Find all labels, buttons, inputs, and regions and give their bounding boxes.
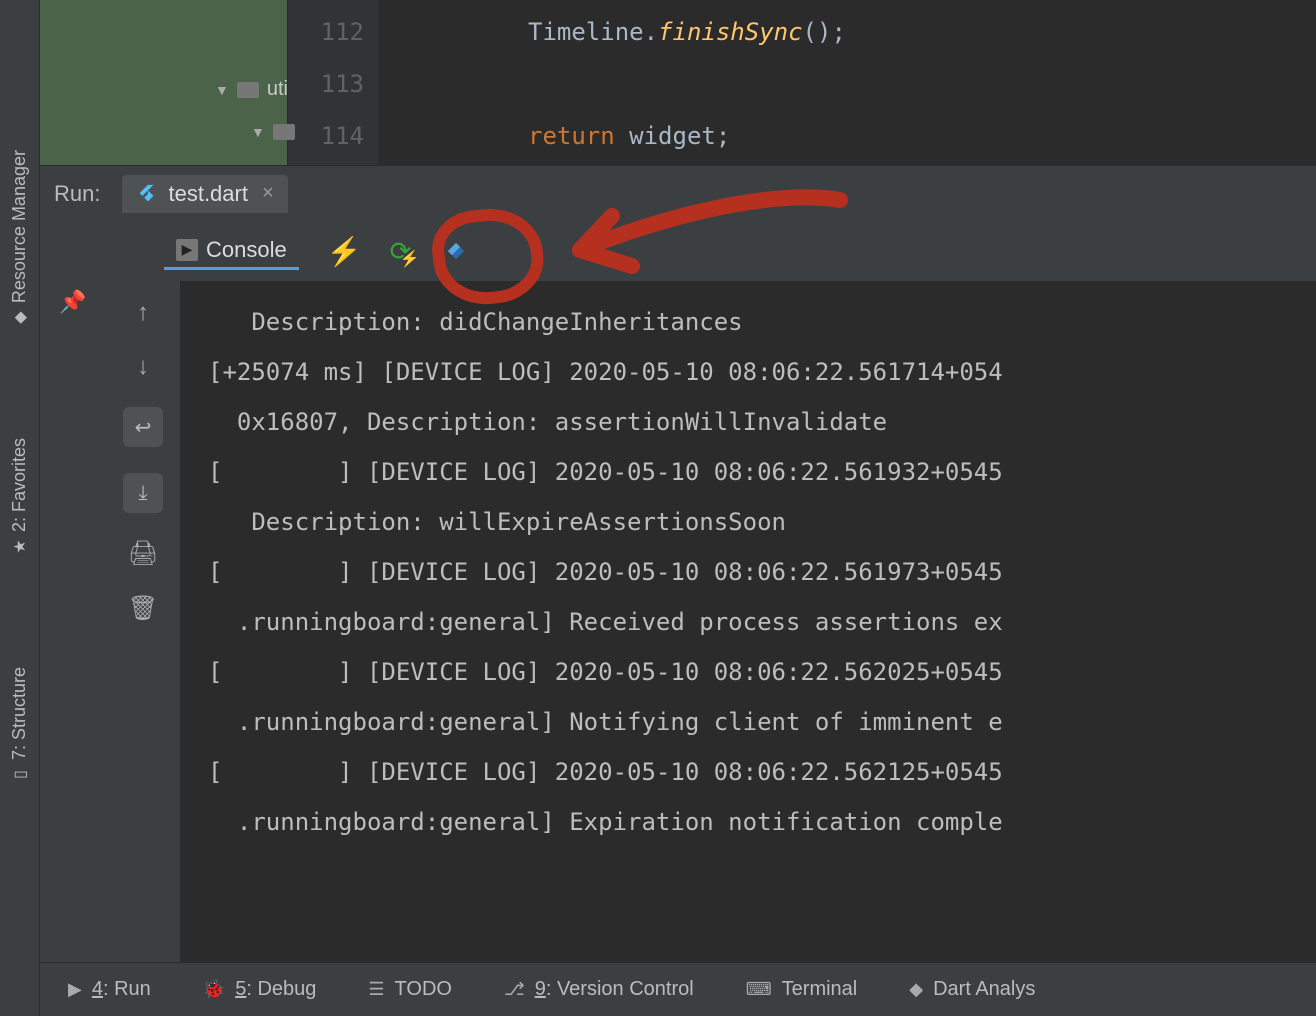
code-ident: widget; (615, 122, 731, 150)
bottom-vcs[interactable]: ⎇ 9: Version Control 9: Version Control (504, 978, 694, 1001)
folder-icon (273, 124, 295, 140)
console-output[interactable]: Description: didChangeInheritances [+250… (180, 281, 1316, 962)
code-punc: (); (803, 18, 846, 46)
bug-icon: 🐞 (203, 979, 225, 1000)
line-number: 114 (288, 110, 364, 162)
editor-code[interactable]: Timeline.finishSync(); return widget; (378, 0, 1316, 165)
print-button[interactable]: 🖨 (128, 539, 158, 568)
pin-icon[interactable]: 📌 (59, 289, 86, 315)
code-keyword: return (528, 122, 615, 150)
console-line: [ ] [DEVICE LOG] 2020-05-10 08:06:22.562… (208, 658, 1003, 686)
bolt-icon: ⚡ (399, 249, 419, 269)
console-line: .runningboard:general] Received process … (208, 608, 1003, 636)
dart-icon: ◆ (909, 979, 923, 1000)
bottom-dart-analysis[interactable]: ◆ Dart Analys (909, 978, 1035, 1001)
star-icon: ★ (10, 538, 29, 557)
console-line: [ ] [DEVICE LOG] 2020-05-10 08:06:22.562… (208, 758, 1003, 786)
console-line: Description: willExpireAssertionsSoon (208, 508, 786, 536)
bottom-todo[interactable]: ☰ TODO (368, 978, 452, 1001)
bottom-todo-label: TODO (395, 978, 452, 1001)
run-tab-label: test.dart (168, 181, 247, 207)
soft-wrap-button[interactable]: ↩ (123, 407, 163, 447)
console-line: [ ] [DEVICE LOG] 2020-05-10 08:06:22.561… (208, 458, 1003, 486)
tool-resource-label: Resource Manager (9, 150, 30, 303)
clear-button[interactable]: 🗑 (128, 594, 158, 623)
list-icon: ☰ (368, 979, 384, 1000)
tool-favorites[interactable]: ★ 2: Favorites (9, 438, 30, 557)
line-number: 112 (288, 6, 364, 58)
play-icon: ▶ (176, 239, 198, 261)
diamond-icon: ◆ (10, 309, 29, 328)
tool-resource-manager[interactable]: ◆ Resource Manager (9, 150, 30, 328)
bottom-terminal[interactable]: ⌨ Terminal (746, 978, 858, 1001)
run-tab[interactable]: test.dart × (122, 175, 287, 213)
line-number: 113 (288, 58, 364, 110)
play-icon: ▶ (68, 979, 82, 1000)
run-label: Run: (54, 181, 100, 207)
console-tab[interactable]: ▶ Console (164, 233, 299, 270)
code-ident: Timeline (528, 18, 644, 46)
console-line: Description: didChangeInheritances (208, 308, 743, 336)
chevron-down-icon[interactable]: ▼ (251, 124, 265, 140)
console-toolbar: ↑ ↓ ↩ ⤓ 🖨 🗑 (106, 281, 180, 962)
bottom-debug[interactable]: 🐞 5: Debug 5: Debug (203, 978, 317, 1001)
chevron-down-icon[interactable]: ▼ (215, 82, 229, 98)
flutter-icon (136, 183, 158, 205)
terminal-icon: ⌨ (746, 979, 772, 1000)
code-punc: . (644, 18, 658, 46)
hot-reload-button[interactable]: ⚡ (327, 235, 362, 268)
tree-item-uti[interactable]: uti (267, 78, 288, 101)
folder-icon (237, 82, 259, 98)
code-editor[interactable]: 112 113 114 Timeline.finishSync(); retur… (288, 0, 1316, 165)
console-line: 0x16807, Description: assertionWillInval… (208, 408, 887, 436)
tool-structure-label: 7: Structure (9, 667, 30, 760)
branch-icon: ⎇ (504, 979, 525, 1000)
hot-restart-button[interactable]: ⟳ ⚡ (390, 236, 412, 267)
close-icon[interactable]: × (262, 182, 274, 205)
code-call: finishSync (658, 18, 803, 46)
scroll-up-button[interactable]: ↑ (137, 299, 149, 327)
console-tab-label: Console (206, 237, 287, 263)
tool-structure[interactable]: ▯ 7: Structure (9, 667, 30, 785)
scroll-down-button[interactable]: ↓ (137, 353, 149, 381)
scroll-to-end-button[interactable]: ⤓ (123, 473, 163, 513)
console-line: [+25074 ms] [DEVICE LOG] 2020-05-10 08:0… (208, 358, 1003, 386)
editor-gutter: 112 113 114 (288, 0, 378, 165)
console-line: [ ] [DEVICE LOG] 2020-05-10 08:06:22.561… (208, 558, 1003, 586)
console-line: .runningboard:general] Notifying client … (208, 708, 1003, 736)
tool-favorites-label: 2: Favorites (9, 438, 30, 532)
bottom-run[interactable]: ▶ 44: Run: Run (68, 978, 151, 1001)
console-line: .runningboard:general] Expiration notifi… (208, 808, 1003, 836)
bottom-terminal-label: Terminal (782, 978, 858, 1001)
structure-icon: ▯ (10, 766, 29, 785)
bottom-dart-label: Dart Analys (933, 978, 1035, 1001)
project-pane[interactable]: ▼ uti ▼ (40, 0, 288, 165)
open-devtools-button[interactable] (439, 234, 473, 268)
